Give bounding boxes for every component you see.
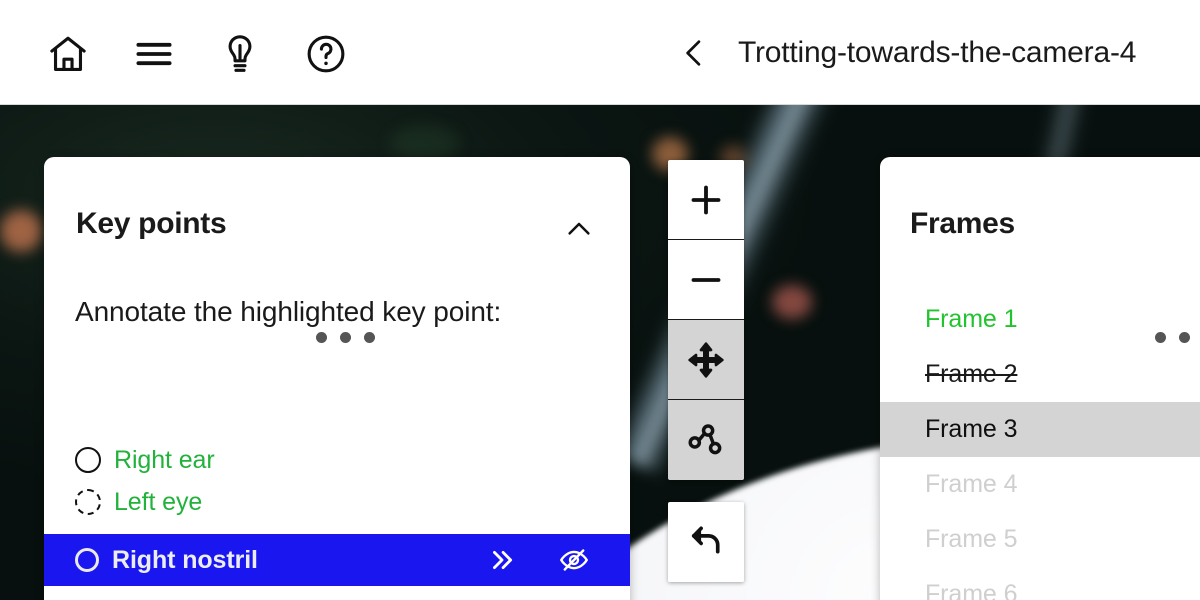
key-points-instruction: Annotate the highlighted key point: — [75, 296, 502, 327]
canvas-toolbar — [668, 160, 744, 582]
back-button[interactable] — [672, 28, 716, 78]
frames-title: Frames — [910, 207, 1015, 240]
drag-dot — [364, 332, 375, 343]
keypoint-marker-ring-icon — [75, 548, 99, 572]
app-header: Trotting-towards-the-camera-4 — [0, 0, 1200, 105]
menu-icon[interactable] — [130, 30, 178, 78]
keypoint-label: Left eye — [114, 487, 203, 516]
list-item-selected[interactable]: Right nostril — [44, 534, 630, 586]
toolbar-divider — [668, 480, 744, 502]
skip-keypoint-icon[interactable] — [486, 547, 518, 573]
key-points-title: Key points — [76, 207, 227, 240]
header-icon-group — [44, 30, 350, 78]
frames-panel: Frames Frame 1 Frame 2 Frame 3 Frame 4 F… — [880, 157, 1200, 600]
frame-list-item[interactable]: Frame 5 — [880, 512, 1200, 567]
keypoint-marker-solid-icon — [75, 447, 101, 473]
key-points-list: Right ear Left eye Right nostril — [44, 439, 630, 586]
frame-list-item[interactable]: Frame 1 — [880, 292, 1200, 347]
drag-dot — [340, 332, 351, 343]
pan-button[interactable] — [668, 320, 744, 400]
zoom-in-button[interactable] — [668, 160, 744, 240]
list-item[interactable]: Right ear — [44, 439, 630, 481]
page-title: Trotting-towards-the-camera-4 — [738, 36, 1137, 69]
chevron-up-icon[interactable] — [556, 209, 602, 249]
annotation-app: Trotting-towards-the-camera-4 Key points… — [0, 0, 1200, 600]
toolbar-undo-group — [668, 502, 744, 582]
keypoint-row-actions — [486, 545, 630, 575]
drag-dot — [316, 332, 327, 343]
list-item[interactable]: Left eye — [44, 481, 630, 523]
header-title-group: Trotting-towards-the-camera-4 — [672, 28, 1136, 78]
eye-off-icon[interactable] — [556, 545, 592, 575]
toolbar-main-group — [668, 160, 744, 480]
panel-drag-handle[interactable] — [316, 332, 375, 343]
frames-list: Frame 1 Frame 2 Frame 3 Frame 4 Frame 5 … — [880, 292, 1200, 600]
frame-list-item[interactable]: Frame 2 — [880, 347, 1200, 402]
keypoint-marker-dashed-icon — [75, 489, 101, 515]
lightbulb-icon[interactable] — [216, 30, 264, 78]
frame-list-item[interactable]: Frame 4 — [880, 457, 1200, 512]
help-icon[interactable] — [302, 30, 350, 78]
home-icon[interactable] — [44, 30, 92, 78]
zoom-out-button[interactable] — [668, 240, 744, 320]
keypoint-label: Right nostril — [112, 545, 258, 574]
frame-list-item[interactable]: Frame 6 — [880, 567, 1200, 600]
keypoint-tool-button[interactable] — [668, 400, 744, 480]
keypoint-label: Right ear — [114, 445, 215, 474]
frame-list-item-current[interactable]: Frame 3 — [880, 402, 1200, 457]
key-points-panel: Key points Annotate the highlighted key … — [44, 157, 630, 600]
undo-button[interactable] — [668, 502, 744, 582]
